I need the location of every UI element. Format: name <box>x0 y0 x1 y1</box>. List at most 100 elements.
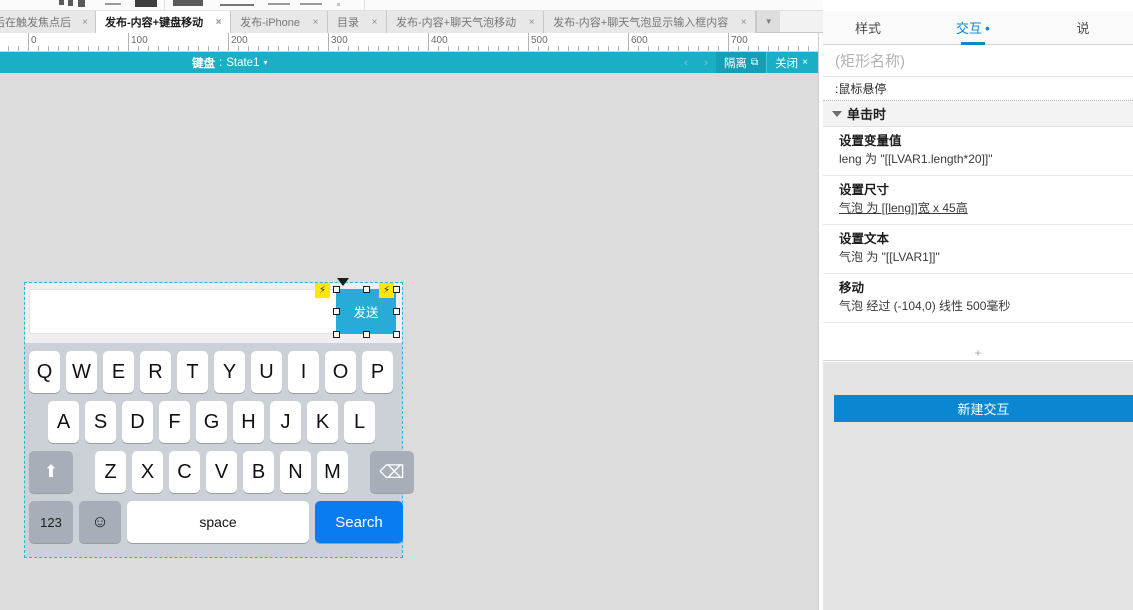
tab-close-icon[interactable]: × <box>81 17 89 28</box>
tab-notes[interactable]: 说 <box>1033 11 1133 45</box>
key-O[interactable]: O <box>325 351 356 393</box>
action-item[interactable]: 移动 气泡 经过 (-104,0) 线性 500毫秒 <box>823 274 1133 323</box>
tab-close-icon[interactable]: × <box>369 17 380 28</box>
action-item[interactable]: 设置尺寸 气泡 为 [[leng]]宽 x 45高 <box>823 176 1133 225</box>
resize-handle-n[interactable] <box>363 286 370 293</box>
key-emoji[interactable]: ☺ <box>79 501 121 543</box>
key-A[interactable]: A <box>48 401 79 443</box>
close-state-button[interactable]: 关闭 × <box>766 52 818 73</box>
interaction-bolt-icon-send[interactable]: ⚡ <box>379 283 394 298</box>
next-state-icon[interactable]: › <box>696 57 716 69</box>
ruler-major-tick <box>328 33 329 51</box>
toolbar-icon-h[interactable] <box>268 3 290 5</box>
key-T[interactable]: T <box>177 351 208 393</box>
ruler-major-tick <box>128 33 129 51</box>
page-tab-0[interactable]: 后在触发焦点后 × <box>0 11 96 33</box>
ruler-minor-tick <box>548 46 549 51</box>
key-W[interactable]: W <box>66 351 97 393</box>
chevron-down-icon[interactable]: ▾ <box>263 58 267 67</box>
key-J[interactable]: J <box>270 401 301 443</box>
new-interaction-button[interactable]: 新建交互 <box>834 395 1133 422</box>
tab-style[interactable]: 样式 <box>823 11 913 45</box>
tab-close-icon[interactable]: × <box>213 17 224 28</box>
key-M[interactable]: M <box>317 451 348 493</box>
widget-name-input[interactable]: (矩形名称) <box>823 45 1133 77</box>
page-tab-4[interactable]: 发布-内容+聊天气泡移动 × <box>387 11 545 33</box>
key-H[interactable]: H <box>233 401 264 443</box>
event-header-click[interactable]: 单击时 <box>823 101 1133 127</box>
key-L[interactable]: L <box>344 401 375 443</box>
ruler-minor-tick <box>38 46 39 51</box>
action-detail[interactable]: 气泡 为 [[leng]]宽 x 45高 <box>823 199 1133 218</box>
page-tab-1[interactable]: 发布-内容+键盘移动 × <box>96 11 232 33</box>
resize-handle-nw[interactable] <box>333 286 340 293</box>
key-V[interactable]: V <box>206 451 237 493</box>
interaction-bolt-icon-field[interactable]: ⚡ <box>315 283 330 298</box>
key-W-label: W <box>72 360 91 383</box>
key-backspace[interactable]: ⌫ <box>370 451 414 493</box>
resize-handle-sw[interactable] <box>333 331 340 338</box>
key-B[interactable]: B <box>243 451 274 493</box>
resize-handle-s[interactable] <box>363 331 370 338</box>
key-G[interactable]: G <box>196 401 227 443</box>
ruler-minor-tick <box>798 46 799 51</box>
key-E[interactable]: E <box>103 351 134 393</box>
key-D[interactable]: D <box>122 401 153 443</box>
key-search[interactable]: Search <box>315 501 403 543</box>
toolbar-icon-j[interactable] <box>337 3 340 6</box>
ruler-minor-tick <box>138 46 139 51</box>
tab-overflow-dropdown-icon[interactable]: ▼ <box>756 11 781 32</box>
key-P[interactable]: P <box>362 351 393 393</box>
design-canvas[interactable]: 发送 Q W E R T Y U I O P A S D F G H J K L ⬆ Z X C V B N M ⌫ 123 ☺ space… <box>0 73 818 610</box>
key-Y-label: Y <box>222 360 237 383</box>
hover-event-row[interactable]: :鼠标悬停 <box>823 77 1133 101</box>
add-action-button[interactable]: + <box>823 346 1133 361</box>
ruler-minor-tick <box>788 46 789 51</box>
toolbar-icon-b[interactable] <box>68 0 73 6</box>
page-tab-5[interactable]: 发布-内容+聊天气泡显示输入框内容 × <box>544 11 757 33</box>
key-K[interactable]: K <box>307 401 338 443</box>
key-U[interactable]: U <box>251 351 282 393</box>
toolbar-icon-f[interactable] <box>173 0 203 6</box>
toolbar-icon-a[interactable] <box>59 0 64 5</box>
key-I[interactable]: I <box>288 351 319 393</box>
keyboard-widget-group[interactable]: 发送 Q W E R T Y U I O P A S D F G H J K L ⬆ Z X C V B N M ⌫ 123 ☺ space… <box>24 282 414 558</box>
ruler-minor-tick <box>408 46 409 51</box>
key-R[interactable]: R <box>140 351 171 393</box>
resize-handle-ne[interactable] <box>393 286 400 293</box>
resize-handle-se[interactable] <box>393 331 400 338</box>
key-Q[interactable]: Q <box>29 351 60 393</box>
toolbar-icon-d[interactable] <box>105 3 121 5</box>
action-item[interactable]: 设置文本 气泡 为 "[[LVAR1]]" <box>823 225 1133 274</box>
toolbar-icon-c[interactable] <box>78 0 85 7</box>
toolbar-icon-i[interactable] <box>300 3 322 5</box>
ruler-minor-tick <box>508 46 509 51</box>
key-X[interactable]: X <box>132 451 163 493</box>
key-shift[interactable]: ⬆ <box>29 451 73 493</box>
prev-state-icon[interactable]: ‹ <box>676 57 696 69</box>
key-Y[interactable]: Y <box>214 351 245 393</box>
key-S[interactable]: S <box>85 401 116 443</box>
toolbar-icon-g[interactable] <box>220 4 254 6</box>
page-tab-2[interactable]: 发布-iPhone × <box>231 11 329 33</box>
key-space[interactable]: space <box>127 501 309 543</box>
key-Z[interactable]: Z <box>95 451 126 493</box>
key-F[interactable]: F <box>159 401 190 443</box>
message-text-field[interactable] <box>29 289 341 334</box>
ruler-minor-tick <box>658 46 659 51</box>
key-N[interactable]: N <box>280 451 311 493</box>
state-title[interactable]: 键盘: State1 ▾ <box>192 52 267 73</box>
resize-handle-w[interactable] <box>333 308 340 315</box>
keyboard-row-1: QWERTYU I OP <box>29 351 393 393</box>
resize-handle-e[interactable] <box>393 308 400 315</box>
tab-close-icon[interactable]: × <box>310 17 321 28</box>
key-C[interactable]: C <box>169 451 200 493</box>
key-numbers[interactable]: 123 <box>29 501 73 543</box>
isolate-button[interactable]: 隔离 ⧉ <box>716 52 767 73</box>
toolbar-icon-e[interactable] <box>135 0 157 7</box>
tab-close-icon[interactable]: × <box>526 17 537 28</box>
tab-interactions[interactable]: 交互 • <box>913 11 1033 45</box>
tab-close-icon[interactable]: × <box>738 17 749 28</box>
action-item[interactable]: 设置变量值 leng 为 "[[LVAR1.length*20]]" <box>823 127 1133 176</box>
page-tab-3[interactable]: 目录 × <box>328 11 388 33</box>
